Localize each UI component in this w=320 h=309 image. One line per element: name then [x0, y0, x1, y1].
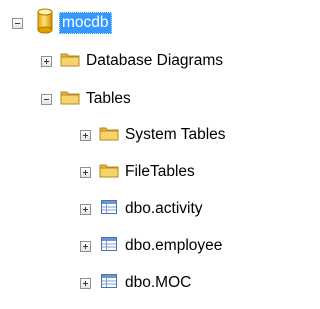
expand-toggle-icon[interactable]: [41, 55, 52, 67]
expand-toggle-icon[interactable]: [80, 277, 91, 289]
tree-node-database-diagrams[interactable]: Database Diagrams: [41, 48, 225, 74]
expand-toggle-icon[interactable]: [80, 203, 91, 215]
table-icon: [101, 273, 117, 294]
tree-node-label[interactable]: dbo.activity: [123, 199, 205, 219]
collapse-toggle-icon[interactable]: [41, 93, 52, 105]
table-icon: [101, 236, 117, 257]
tree-node-tables[interactable]: Tables: [41, 86, 133, 112]
tree-node-label[interactable]: FileTables: [123, 162, 197, 182]
collapse-toggle-icon[interactable]: [12, 17, 23, 29]
table-icon: [101, 199, 117, 220]
tree-node-label[interactable]: dbo.employee: [123, 236, 224, 256]
folder-icon: [60, 51, 80, 72]
tree-node-label[interactable]: System Tables: [123, 125, 228, 145]
tree-node-label[interactable]: Database Diagrams: [84, 51, 225, 71]
tree-node-database[interactable]: mocdb: [12, 8, 112, 39]
tree-node-label[interactable]: Tables: [84, 89, 133, 109]
tree-node-filetables[interactable]: FileTables: [80, 159, 197, 185]
database-label[interactable]: mocdb: [59, 12, 112, 34]
tree-node-system-tables[interactable]: System Tables: [80, 122, 228, 148]
folder-icon: [99, 125, 119, 146]
expand-toggle-icon[interactable]: [80, 166, 91, 178]
folder-icon: [60, 89, 80, 110]
tree-node-dbo-activity[interactable]: dbo.activity: [80, 196, 205, 222]
expand-toggle-icon[interactable]: [80, 129, 91, 141]
tree-node-dbo-employee[interactable]: dbo.employee: [80, 233, 224, 259]
folder-icon: [99, 162, 119, 183]
expand-toggle-icon[interactable]: [80, 240, 91, 252]
tree-node-dbo-moc[interactable]: dbo.MOC: [80, 270, 193, 296]
tree-node-label[interactable]: dbo.MOC: [123, 273, 193, 293]
database-icon: [37, 8, 53, 39]
